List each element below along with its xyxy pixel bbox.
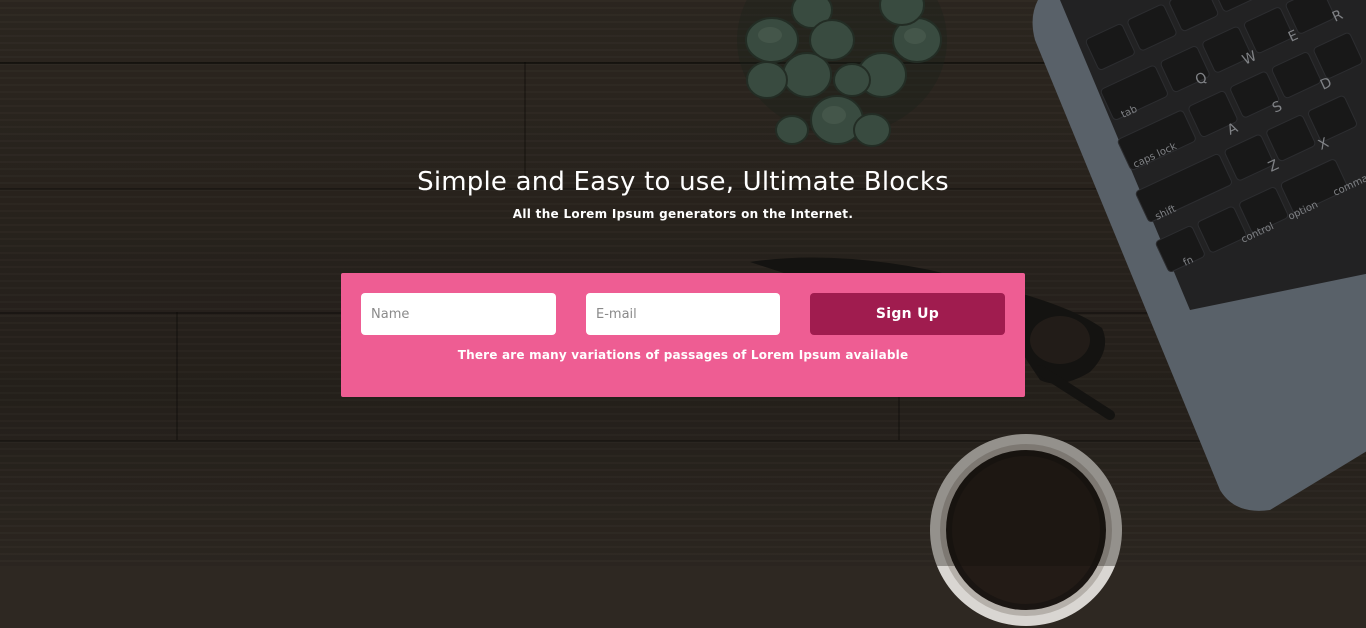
sign-up-button[interactable]: Sign Up [810, 293, 1005, 335]
signup-note: There are many variations of passages of… [457, 348, 909, 362]
hero-content: Simple and Easy to use, Ultimate Blocks … [0, 0, 1366, 566]
hero-title: Simple and Easy to use, Ultimate Blocks [417, 167, 949, 197]
signup-form: Sign Up There are many variations of pas… [341, 273, 1025, 397]
hero-subtitle: All the Lorem Ipsum generators on the In… [512, 207, 854, 221]
name-input[interactable] [361, 293, 556, 335]
email-input[interactable] [586, 293, 780, 335]
